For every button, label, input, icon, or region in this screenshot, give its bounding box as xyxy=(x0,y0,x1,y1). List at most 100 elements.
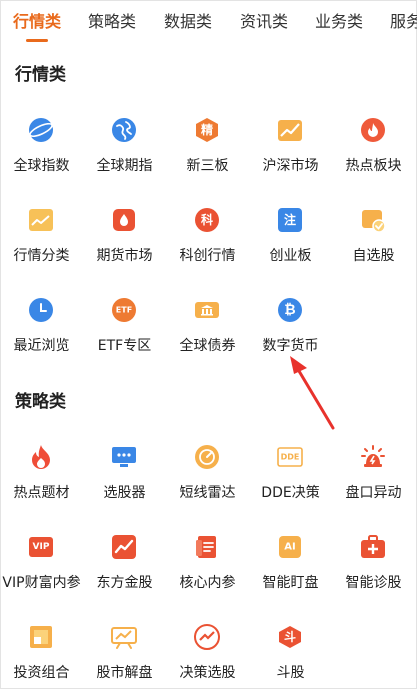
grid-item-label: 选股器 xyxy=(103,485,146,501)
grid-item[interactable]: 短线雷达 xyxy=(166,444,249,514)
grid-item-label: 决策选股 xyxy=(179,665,236,681)
drop-card-icon xyxy=(111,207,137,233)
grid-item[interactable]: 沪深市场 xyxy=(249,117,332,187)
grid-item-label: 盘口异动 xyxy=(345,485,402,501)
line-chart-icon xyxy=(28,207,54,233)
grid-item-label: 斗股 xyxy=(276,665,305,681)
fire-icon xyxy=(28,444,54,470)
check-folder-icon xyxy=(360,207,386,233)
flame-icon xyxy=(360,117,386,143)
grid-item[interactable]: 选股器 xyxy=(83,444,166,514)
grid-item-label: 东方金股 xyxy=(96,575,153,591)
section-title-quotes: 行情类 xyxy=(15,65,66,85)
grid-item[interactable]: 自选股 xyxy=(332,207,415,277)
etf-icon: ETF xyxy=(111,297,137,323)
grid-item[interactable]: 热点板块 xyxy=(332,117,415,187)
tab-business[interactable]: 业务类 xyxy=(315,8,363,32)
vip-icon: VIP xyxy=(28,534,54,560)
ke-icon: 科 xyxy=(194,207,220,233)
tab-strategy[interactable]: 策略类 xyxy=(88,8,136,32)
grid-item-label: 全球期指 xyxy=(96,158,153,174)
grid-item[interactable]: AI 智能盯盘 xyxy=(249,534,332,604)
alarm-icon xyxy=(360,444,386,470)
grid-item-label: 智能盯盘 xyxy=(262,575,319,591)
earth-icon xyxy=(111,117,137,143)
grid-item[interactable]: 行情分类 xyxy=(0,207,83,277)
grid-item[interactable]: ETF ETF专区 xyxy=(83,297,166,367)
grid-item[interactable]: 全球债券 xyxy=(166,297,249,367)
section-title-strategy: 策略类 xyxy=(15,392,66,412)
grid-item-label: 全球债券 xyxy=(179,338,236,354)
tab-data[interactable]: 数据类 xyxy=(164,8,212,32)
grid-item[interactable]: ₿ 数字货币 xyxy=(249,297,332,367)
bitcoin-icon: ₿ xyxy=(277,297,303,323)
grid-item-label: 核心内参 xyxy=(179,575,236,591)
radar-icon xyxy=(194,444,220,470)
bank-ticket-icon xyxy=(194,297,220,323)
grid-item[interactable]: 科科创行情 xyxy=(166,207,249,277)
grid-item-label: 短线雷达 xyxy=(179,485,236,501)
grid-item[interactable]: 核心内参 xyxy=(166,534,249,604)
icon-glyph: DDE xyxy=(281,453,300,462)
grid-item-label: 自选股 xyxy=(352,248,395,264)
grid-item-label: 投资组合 xyxy=(13,665,70,681)
grid-item[interactable]: 最近浏览 xyxy=(0,297,83,367)
grid-item-label: DDE决策 xyxy=(261,485,320,501)
grid-item[interactable]: 注创业板 xyxy=(249,207,332,277)
monitor-icon xyxy=(111,444,137,470)
dou-icon: 斗 xyxy=(277,624,303,650)
active-tab-indicator xyxy=(26,39,48,42)
decision-chart-icon xyxy=(194,624,220,650)
grid-item-label: 沪深市场 xyxy=(262,158,319,174)
grid-item[interactable]: 决策选股 xyxy=(166,624,249,694)
ai-icon: AI xyxy=(277,534,303,560)
grid-item-label: 热点题材 xyxy=(13,485,70,501)
grid-item-label: 新三板 xyxy=(186,158,229,174)
grid-item[interactable]: DDE DDE决策 xyxy=(249,444,332,514)
grid-item[interactable]: 热点题材 xyxy=(0,444,83,514)
grid-item-label: 创业板 xyxy=(269,248,312,264)
portfolio-icon xyxy=(28,624,54,650)
grid-item-label: 股市解盘 xyxy=(96,665,153,681)
globe-icon xyxy=(28,117,54,143)
medical-kit-icon xyxy=(360,534,386,560)
icon-glyph: AI xyxy=(284,542,295,553)
grid-item[interactable]: VIP VIP财富内参 xyxy=(0,534,83,604)
grid-item[interactable]: 股市解盘 xyxy=(83,624,166,694)
dde-icon: DDE xyxy=(277,444,303,470)
zhu-icon: 注 xyxy=(277,207,303,233)
icon-glyph: ₿ xyxy=(284,302,295,318)
grid-item[interactable]: 全球期指 xyxy=(83,117,166,187)
grid-item-label: ETF专区 xyxy=(97,338,152,354)
grid-item[interactable]: 斗斗股 xyxy=(249,624,332,694)
icon-glyph: 科 xyxy=(201,212,213,227)
grid-item[interactable]: 全球指数 xyxy=(0,117,83,187)
grid-item[interactable]: 精新三板 xyxy=(166,117,249,187)
grid-item-label: 数字货币 xyxy=(262,338,319,354)
icon-glyph: VIP xyxy=(33,542,50,552)
grid-item[interactable]: 智能诊股 xyxy=(332,534,415,604)
grid-item-label: 最近浏览 xyxy=(13,338,70,354)
document-icon xyxy=(194,534,220,560)
jing-icon: 精 xyxy=(194,117,220,143)
grid-item-label: 期货市场 xyxy=(96,248,153,264)
tab-news[interactable]: 资讯类 xyxy=(240,8,288,32)
grid-item-label: 科创行情 xyxy=(179,248,236,264)
tab-service[interactable]: 服务 xyxy=(390,8,417,32)
clock-icon xyxy=(28,297,54,323)
tab-quotes[interactable]: 行情类 xyxy=(13,8,61,32)
grid-item-label: 行情分类 xyxy=(13,248,70,264)
grid-item[interactable]: 投资组合 xyxy=(0,624,83,694)
icon-glyph: 精 xyxy=(201,122,213,137)
rising-chart-icon xyxy=(111,534,137,560)
grid-item[interactable]: 盘口异动 xyxy=(332,444,415,514)
grid-item-label: VIP财富内参 xyxy=(2,575,81,591)
category-tabs: 行情类 策略类 数据类 资讯类 业务类 服务 xyxy=(0,0,417,46)
grid-item-label: 全球指数 xyxy=(13,158,70,174)
icon-glyph: 注 xyxy=(284,212,296,227)
grid-item-label: 热点板块 xyxy=(345,158,402,174)
trend-chart-icon xyxy=(277,117,303,143)
grid-item-label: 智能诊股 xyxy=(345,575,402,591)
grid-item[interactable]: 期货市场 xyxy=(83,207,166,277)
grid-item[interactable]: 东方金股 xyxy=(83,534,166,604)
